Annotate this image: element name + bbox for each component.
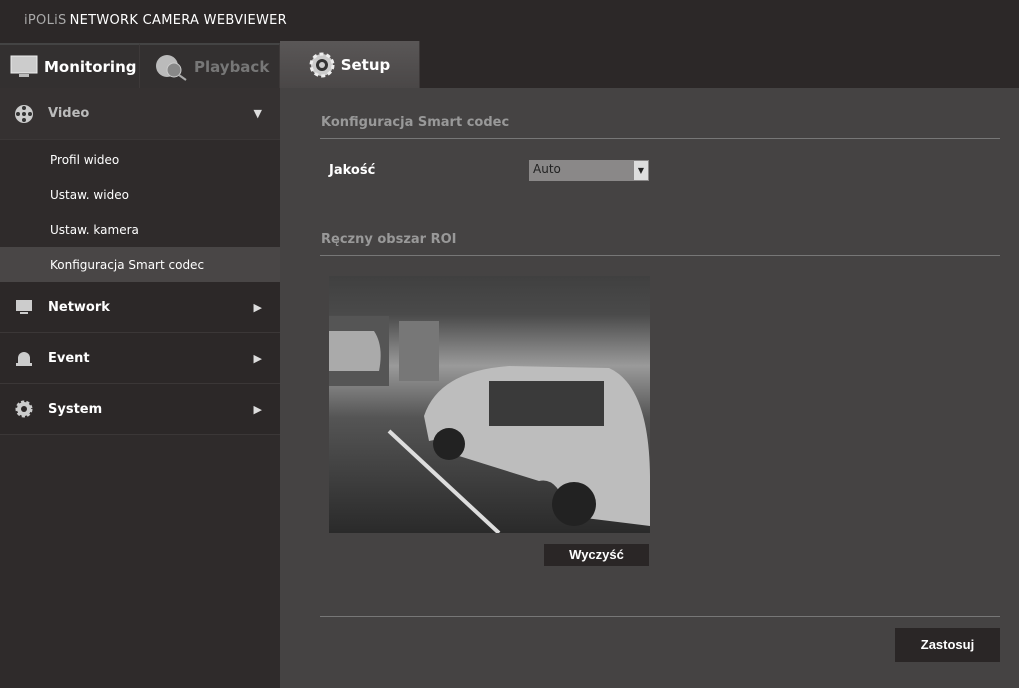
- sidebar-section-system[interactable]: System ▶: [0, 384, 280, 435]
- app-title: iPOLiS NETWORK CAMERA WEBVIEWER: [24, 13, 288, 28]
- section-title-smart-codec: Konfiguracja Smart codec: [321, 115, 510, 130]
- chevron-down-icon: ▼: [253, 107, 262, 120]
- film-search-icon: [156, 54, 187, 81]
- quality-label: Jakość: [329, 163, 376, 178]
- tab-playback[interactable]: Playback: [140, 43, 280, 88]
- divider: [320, 255, 1000, 256]
- chevron-right-icon: ▶: [253, 300, 262, 314]
- tab-setup[interactable]: Setup: [280, 41, 420, 88]
- apply-button[interactable]: Zastosuj: [895, 628, 1000, 662]
- tab-monitoring[interactable]: Monitoring: [0, 43, 140, 88]
- film-reel-icon: [15, 104, 33, 123]
- sidebar-section-video[interactable]: Video ▼: [0, 88, 280, 140]
- gear-icon: [15, 400, 33, 418]
- section-title-roi: Ręczny obszar ROI: [321, 232, 457, 247]
- sidebar: Video ▼ Profil wideo Ustaw. wideo Ustaw.…: [0, 88, 280, 688]
- sidebar-item-profil-wideo[interactable]: Profil wideo: [0, 142, 280, 177]
- sidebar-item-ustaw-kamera[interactable]: Ustaw. kamera: [0, 212, 280, 247]
- divider: [320, 138, 1000, 139]
- alarm-icon: [16, 352, 32, 366]
- divider: [320, 616, 1000, 617]
- sidebar-section-network[interactable]: Network ▶: [0, 282, 280, 333]
- monitor-icon: [10, 55, 38, 77]
- sidebar-section-event[interactable]: Event ▶: [0, 333, 280, 384]
- monitor-icon: [16, 300, 32, 314]
- main-content: Konfiguracja Smart codec Jakość Auto ▼ Rę…: [280, 88, 1019, 688]
- chevron-right-icon: ▶: [253, 402, 262, 416]
- camera-image: [329, 316, 650, 533]
- gear-icon: [309, 52, 335, 77]
- camera-preview[interactable]: [329, 276, 650, 533]
- clear-button[interactable]: Wyczyść: [544, 544, 649, 566]
- chevron-down-icon[interactable]: ▼: [634, 161, 648, 180]
- sidebar-item-ustaw-wideo[interactable]: Ustaw. wideo: [0, 177, 280, 212]
- top-bar: iPOLiS NETWORK CAMERA WEBVIEWER Monitorin…: [0, 0, 1019, 88]
- sidebar-item-smart-codec[interactable]: Konfiguracja Smart codec: [0, 247, 280, 282]
- quality-select[interactable]: Auto ▼: [529, 160, 649, 181]
- chevron-right-icon: ▶: [253, 351, 262, 365]
